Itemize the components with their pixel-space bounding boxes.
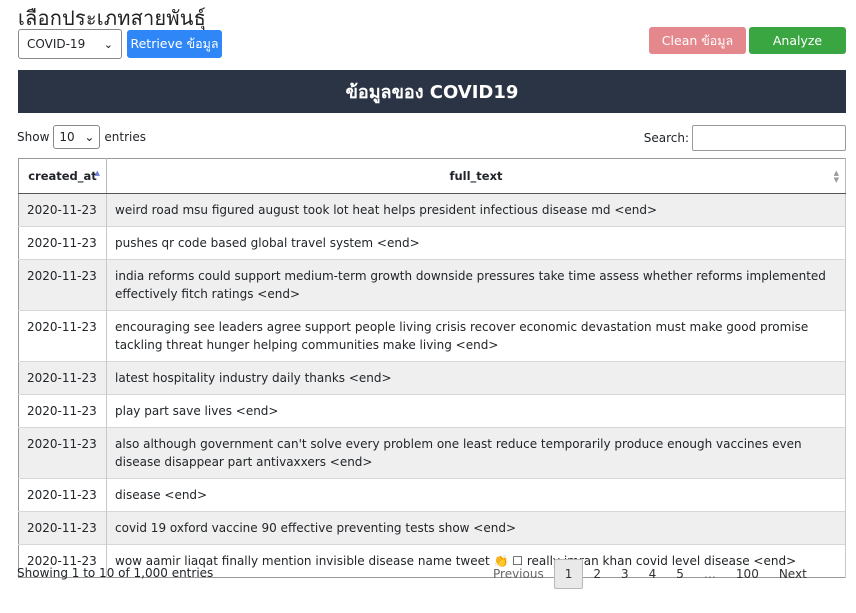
clean-button[interactable]: Clean ข้อมูล <box>649 27 746 54</box>
data-table: created_at ▲ full_text ▲ ▼ 2020-11-23 weir… <box>18 158 846 578</box>
page-button-1[interactable]: 1 <box>553 558 584 589</box>
entries-length-control: Show 10 ⌄ entries <box>17 125 146 149</box>
cell-full-text: play part save lives <end> <box>106 394 846 428</box>
table-row: 2020-11-23 encouraging see leaders agree … <box>18 310 846 362</box>
retrieve-button[interactable]: Retrieve ข้อมูล <box>127 30 222 58</box>
cell-full-text: weird road msu figured august took lot h… <box>106 193 846 227</box>
table-header-row: created_at ▲ full_text ▲ ▼ <box>18 158 846 194</box>
table-row: 2020-11-23 disease <end> <box>18 478 846 512</box>
cell-created-at: 2020-11-23 <box>18 226 107 260</box>
cell-created-at: 2020-11-23 <box>18 511 107 545</box>
table-row: 2020-11-23 also although government can't… <box>18 427 846 479</box>
pagination: Previous 1 2 3 4 5 … 100 Next <box>483 557 817 590</box>
cell-full-text: latest hospitality industry daily thanks… <box>106 361 846 395</box>
cell-full-text: disease <end> <box>106 478 846 512</box>
page-button-3[interactable]: 3 <box>611 559 639 589</box>
entries-select[interactable]: 10 ⌄ <box>53 125 101 149</box>
page-button-100[interactable]: 100 <box>726 559 769 589</box>
entries-select-value: 10 <box>59 130 75 144</box>
sort-icon: ▲ ▼ <box>833 169 839 184</box>
column-header-full-text[interactable]: full_text ▲ ▼ <box>106 158 846 194</box>
table-row: 2020-11-23 latest hospitality industry da… <box>18 361 846 395</box>
table-row: 2020-11-23 play part save lives <end> <box>18 394 846 428</box>
cell-created-at: 2020-11-23 <box>18 478 107 512</box>
data-banner: ข้อมูลของ COVID19 <box>18 70 846 113</box>
cell-full-text: india reforms could support medium-term … <box>106 259 846 311</box>
cell-full-text: also although government can't solve eve… <box>106 427 846 479</box>
page-button-4[interactable]: 4 <box>639 559 667 589</box>
next-button[interactable]: Next <box>769 559 817 589</box>
cell-created-at: 2020-11-23 <box>18 427 107 479</box>
entries-label: entries <box>104 130 146 144</box>
strain-select[interactable]: COVID-19 ⌄ <box>18 29 122 59</box>
search-input[interactable] <box>692 125 846 151</box>
cell-created-at: 2020-11-23 <box>18 310 107 362</box>
column-header-created-at[interactable]: created_at ▲ <box>18 158 107 194</box>
column-header-label: created_at <box>28 169 97 183</box>
show-label: Show <box>17 130 50 144</box>
cell-created-at: 2020-11-23 <box>18 394 107 428</box>
analyze-button[interactable]: Analyze <box>749 27 846 54</box>
chevron-down-icon: ⌄ <box>103 37 113 51</box>
cell-created-at: 2020-11-23 <box>18 259 107 311</box>
page-ellipsis: … <box>703 566 716 581</box>
cell-full-text: encouraging see leaders agree support pe… <box>106 310 846 362</box>
cell-full-text: pushes qr code based global travel syste… <box>106 226 846 260</box>
page-button-2[interactable]: 2 <box>583 559 611 589</box>
table-row: 2020-11-23 india reforms could support me… <box>18 259 846 311</box>
chevron-down-icon: ⌄ <box>84 130 95 144</box>
table-row: 2020-11-23 pushes qr code based global tr… <box>18 226 846 260</box>
cell-created-at: 2020-11-23 <box>18 361 107 395</box>
table-row: 2020-11-23 covid 19 oxford vaccine 90 eff… <box>18 511 846 545</box>
cell-full-text: covid 19 oxford vaccine 90 effective pre… <box>106 511 846 545</box>
cell-created-at: 2020-11-23 <box>18 193 107 227</box>
table-info: Showing 1 to 10 of 1,000 entries <box>17 566 214 580</box>
page-button-5[interactable]: 5 <box>666 559 694 589</box>
strain-select-value: COVID-19 <box>27 37 86 51</box>
search-control: Search: <box>644 125 846 151</box>
previous-button[interactable]: Previous <box>483 559 554 589</box>
sort-ascending-icon: ▲ <box>94 169 100 177</box>
search-label: Search: <box>643 131 689 145</box>
column-header-label: full_text <box>449 169 503 183</box>
table-row: 2020-11-23 weird road msu figured august … <box>18 193 846 227</box>
